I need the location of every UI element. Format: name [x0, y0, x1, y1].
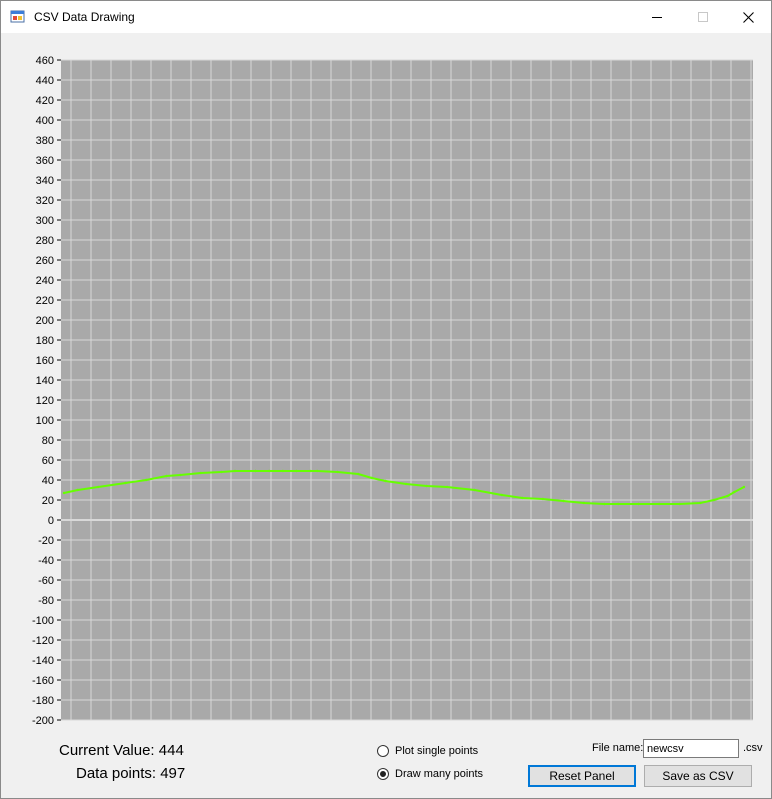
data-point	[233, 469, 237, 473]
line-chart[interactable]: -200-180-160-140-120-100-80-60-40-200204…	[1, 33, 771, 733]
y-tick-label: 140	[36, 375, 54, 387]
y-tick-label: -100	[32, 615, 54, 627]
y-tick-label: -40	[38, 555, 54, 567]
file-name-label: File name:	[592, 742, 644, 754]
data-point	[220, 470, 223, 474]
y-tick-label: -140	[32, 655, 54, 667]
data-point	[268, 469, 271, 473]
y-tick-label: 420	[36, 95, 54, 107]
maximize-button[interactable]	[680, 1, 726, 33]
y-tick-label: 20	[42, 495, 54, 507]
current-value-label: Current Value: 444	[59, 742, 184, 759]
data-points-label: Data points: 497	[76, 765, 186, 782]
data-point	[124, 481, 127, 485]
window-title: CSV Data Drawing	[34, 10, 135, 24]
radio-button-unchecked[interactable]	[377, 745, 389, 757]
close-button[interactable]	[725, 1, 771, 33]
data-point	[562, 499, 565, 503]
minimize-button[interactable]	[634, 1, 680, 33]
data-point	[357, 472, 360, 476]
data-point	[658, 502, 661, 506]
save-as-csv-button[interactable]: Save as CSV	[644, 765, 752, 787]
data-point	[425, 484, 428, 488]
data-point	[500, 493, 503, 497]
y-tick-label: 340	[36, 175, 54, 187]
y-tick-label: 320	[36, 195, 54, 207]
y-tick-label: 60	[42, 455, 54, 467]
data-point	[315, 469, 319, 473]
y-tick-label: 300	[36, 215, 54, 227]
data-point	[699, 501, 702, 505]
y-tick-label: -60	[38, 575, 54, 587]
data-point	[384, 479, 387, 483]
minimize-icon	[652, 17, 662, 18]
y-tick-label: 220	[36, 295, 54, 307]
y-tick-label: -120	[32, 635, 54, 647]
y-tick-label: 260	[36, 255, 54, 267]
y-tick-label: 80	[42, 435, 54, 447]
reset-panel-button[interactable]: Reset Panel	[528, 765, 636, 787]
data-point	[165, 474, 168, 478]
data-point	[62, 491, 66, 495]
maximize-icon	[698, 12, 708, 22]
data-point	[733, 490, 736, 494]
y-tick-label: -160	[32, 675, 54, 687]
data-point	[336, 470, 339, 474]
plot-single-points-radio[interactable]: Plot single points	[377, 745, 478, 757]
y-tick-label: 280	[36, 235, 54, 247]
close-icon	[742, 11, 754, 23]
radio-button-checked[interactable]	[377, 768, 389, 780]
y-tick-label: 120	[36, 395, 54, 407]
data-point	[76, 488, 79, 492]
data-point	[309, 469, 312, 473]
y-tick-label: 240	[36, 275, 54, 287]
chart-area[interactable]: -200 -180 -160 -140 -120 -100 -80 -60 -40 -20 0 20 4…	[1, 33, 771, 733]
plot-single-points-label: Plot single points	[395, 745, 479, 757]
file-extension-label: .csv	[743, 742, 763, 754]
data-point	[541, 497, 545, 501]
draw-many-points-label: Draw many points	[395, 768, 484, 780]
y-tick-label: 160	[36, 355, 54, 367]
y-tick-label: 40	[42, 475, 54, 487]
data-point	[179, 473, 182, 477]
data-point	[616, 502, 620, 506]
y-tick-label: -20	[38, 535, 54, 547]
app-window: CSV Data Drawing -200 -180 -160 -140 -120 -10…	[0, 0, 772, 799]
y-tick-label: 380	[36, 135, 54, 147]
data-point	[370, 476, 373, 480]
data-point	[637, 502, 640, 506]
title-bar[interactable]: CSV Data Drawing	[1, 1, 771, 33]
y-tick-label: -180	[32, 695, 54, 707]
y-tick-label: 440	[36, 75, 54, 87]
data-point	[582, 501, 586, 505]
y-tick-label: 400	[36, 115, 54, 127]
data-point	[726, 494, 729, 498]
data-point	[404, 482, 408, 486]
data-point	[742, 485, 746, 489]
data-point	[281, 469, 285, 473]
data-point	[97, 485, 100, 489]
plot-background	[61, 60, 753, 720]
draw-many-points-radio[interactable]: Draw many points	[377, 768, 483, 780]
data-point	[254, 469, 257, 473]
data-point	[712, 498, 716, 502]
y-tick-label: 460	[36, 55, 54, 67]
y-tick-label: -200	[32, 715, 54, 727]
y-tick-label: 360	[36, 155, 54, 167]
data-point	[521, 496, 524, 500]
data-point	[678, 502, 681, 506]
y-tick-label: 100	[36, 415, 54, 427]
data-point	[199, 471, 202, 475]
y-tick-label: 180	[36, 335, 54, 347]
data-point	[295, 469, 298, 473]
data-point	[445, 485, 449, 489]
y-tick-label: -80	[38, 595, 54, 607]
file-name-input[interactable]	[643, 739, 739, 758]
data-point	[473, 488, 476, 492]
data-point	[603, 502, 606, 506]
y-tick-label: 200	[36, 315, 54, 327]
y-tick-label: 0	[48, 515, 54, 527]
data-point	[144, 478, 148, 482]
app-icon	[10, 10, 25, 23]
